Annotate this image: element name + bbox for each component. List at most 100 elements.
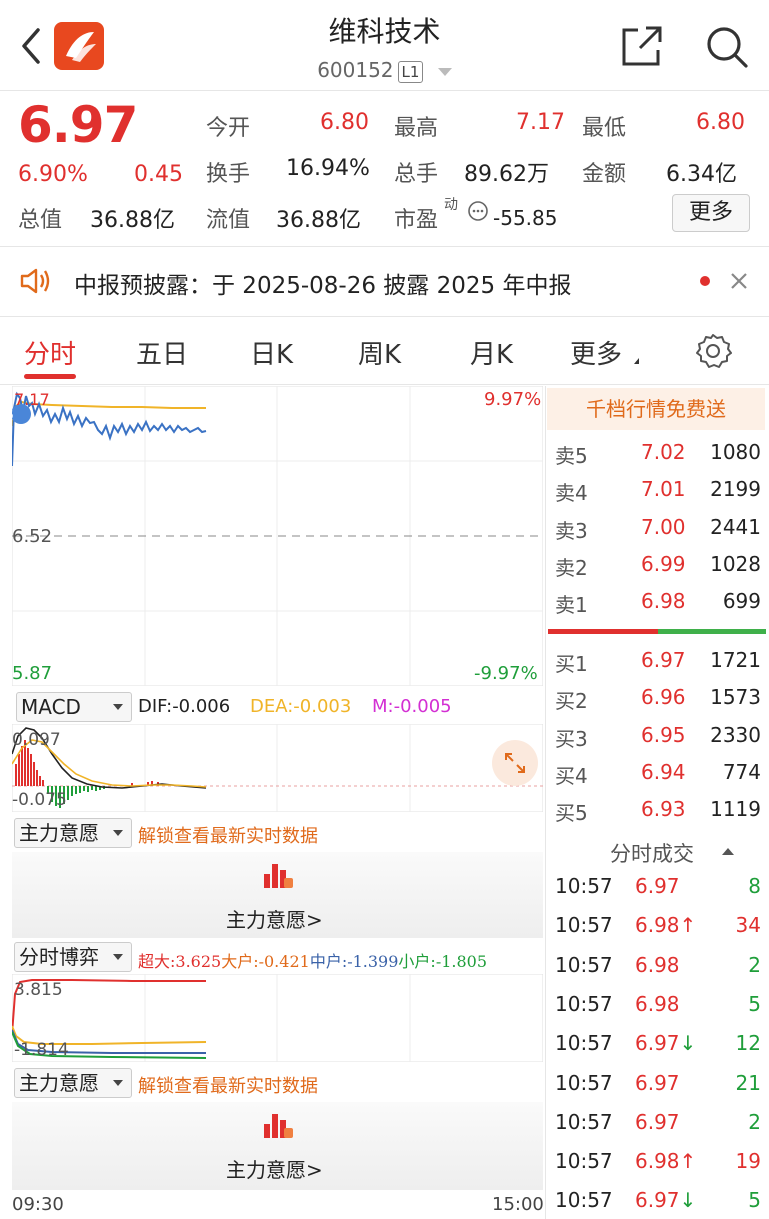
tick-time: 10:57	[555, 991, 613, 1016]
tick-row[interactable]: 10:57 6.98 2	[555, 953, 765, 992]
bid-row[interactable]: 买3 6.95 2330	[555, 723, 765, 760]
tick-row[interactable]: 10:57 6.97↓ 5	[555, 1188, 765, 1219]
large-label: 大户:-0.421	[221, 952, 310, 971]
chart-top-price: 7.17	[14, 390, 50, 409]
main-force-selector-2[interactable]: 主力意愿	[14, 1068, 132, 1098]
ask-label: 卖5	[555, 444, 588, 468]
ask-row[interactable]: 卖3 7.00 2441	[555, 515, 765, 552]
time-axis-end: 15:00	[492, 1194, 544, 1215]
bid-label: 买4	[555, 763, 588, 788]
expand-icon[interactable]	[492, 740, 538, 786]
macd-bottom-value: -0.075	[12, 790, 67, 810]
mid-label: 中户:-1.399	[309, 952, 399, 971]
tick-row[interactable]: 10:57 6.97 21	[555, 1071, 765, 1110]
tick-row[interactable]: 10:57 6.97 2	[555, 1110, 765, 1149]
tick-row[interactable]: 10:57 6.97 8	[555, 874, 765, 913]
tick-row[interactable]: 10:57 6.98↑ 19	[555, 1149, 765, 1188]
macd-top-value: 0.097	[12, 730, 61, 750]
tick-row[interactable]: 10:57 6.97↓ 12	[555, 1031, 765, 1070]
bid-row[interactable]: 买4 6.94 774	[555, 760, 765, 797]
bid-row[interactable]: 买2 6.96 1573	[555, 685, 765, 722]
tab-active-indicator	[24, 374, 76, 379]
tick-row[interactable]: 10:57 6.98↑ 34	[555, 913, 765, 952]
notice-text[interactable]: 中报预披露：于 2025-08-26 披露 2025 年中报	[74, 266, 571, 300]
unlock-data-link[interactable]: 解锁查看最新实时数据	[138, 822, 318, 848]
tab-daily-k[interactable]: 日K	[250, 334, 293, 371]
dropdown-triangle-icon[interactable]	[437, 67, 452, 76]
share-icon[interactable]	[620, 24, 664, 68]
low-label: 最低	[582, 116, 627, 141]
tab-weekly-k[interactable]: 周K	[358, 334, 401, 371]
tick-price: 6.97	[635, 1109, 680, 1134]
mktcap-value: 36.88亿	[90, 208, 175, 233]
ask-price: 7.01	[641, 477, 686, 502]
gear-icon[interactable]	[694, 332, 732, 370]
promo-banner[interactable]: 千档行情免费送	[547, 388, 765, 430]
mktcap-label: 总值	[18, 208, 63, 233]
tick-volume: 2	[748, 952, 761, 977]
close-icon[interactable]	[728, 270, 750, 292]
bid-label: 买2	[555, 689, 588, 714]
tick-volume: 8	[748, 874, 761, 898]
tick-volume: 2	[748, 1109, 761, 1134]
bid-price: 6.96	[641, 685, 686, 710]
ask-volume: 2199	[710, 477, 761, 502]
tick-time: 10:57	[555, 1109, 613, 1134]
ask-label: 卖3	[555, 518, 588, 543]
main-force-selector[interactable]: 主力意愿	[14, 818, 132, 848]
ticks-title[interactable]: 分时成交	[610, 838, 694, 868]
level-badge: L1	[397, 61, 424, 83]
collapse-triangle-icon[interactable]	[722, 848, 734, 855]
open-value: 6.80	[320, 110, 369, 135]
info-icon[interactable]	[467, 200, 489, 222]
bid-row[interactable]: 买5 6.93 1119	[555, 797, 765, 834]
bid-row[interactable]: 买1 6.97 1721	[555, 648, 765, 685]
bar-chart-icon	[262, 860, 294, 890]
high-value: 7.17	[516, 110, 565, 135]
bid-label: 买5	[555, 801, 588, 826]
game-bottom-value: -1.814	[14, 1040, 69, 1060]
unlock-data-link-2[interactable]: 解锁查看最新实时数据	[138, 1072, 318, 1098]
turnover-label: 换手	[206, 162, 251, 187]
bar-chart-icon	[262, 1110, 294, 1140]
tab-five-day[interactable]: 五日	[136, 334, 188, 371]
float-label: 流值	[206, 208, 251, 233]
macd-dif: DIF:-0.006	[138, 696, 231, 717]
chart-top-pct: 9.97%	[484, 389, 542, 410]
chevron-down-icon	[113, 954, 123, 960]
macd-dea: DEA:-0.003	[250, 696, 352, 717]
ask-row[interactable]: 卖2 6.99 1028	[555, 552, 765, 589]
search-icon[interactable]	[704, 24, 750, 70]
game-selector[interactable]: 分时博弈	[14, 942, 132, 972]
notice-dot	[700, 276, 710, 286]
ask-price: 7.02	[641, 440, 686, 464]
game-chart[interactable]	[12, 974, 543, 1062]
ask-row[interactable]: 卖5 7.02 1080	[555, 440, 765, 477]
tick-row[interactable]: 10:57 6.98 5	[555, 992, 765, 1031]
ask-row[interactable]: 卖4 7.01 2199	[555, 477, 765, 514]
bid-price: 6.97	[641, 648, 686, 672]
game-legend: 超大:3.625大户:-0.421中户:-1.399小户:-1.805	[138, 948, 487, 972]
pe-value: -55.85	[493, 206, 558, 230]
amount-label: 金额	[582, 162, 627, 187]
bid-volume: 1119	[710, 797, 761, 822]
macd-selector[interactable]: MACD	[16, 692, 132, 722]
main-force-link[interactable]: 主力意愿>	[226, 904, 323, 933]
ask-label: 卖2	[555, 555, 588, 580]
tab-monthly-k[interactable]: 月K	[470, 334, 513, 371]
volume-value: 89.62万	[464, 162, 549, 187]
tick-volume: 19	[735, 1149, 761, 1174]
high-label: 最高	[394, 116, 439, 141]
ask-row[interactable]: 卖1 6.98 699	[555, 589, 765, 626]
macd-chart[interactable]	[12, 724, 543, 812]
tab-more[interactable]: 更多	[570, 334, 622, 371]
ask-price: 7.00	[641, 514, 686, 539]
chevron-down-icon	[113, 830, 123, 836]
tab-intraday[interactable]: 分时	[24, 334, 76, 371]
change-value: 0.45	[134, 162, 183, 187]
intraday-chart[interactable]	[12, 386, 543, 686]
more-quote-button[interactable]: 更多	[672, 194, 750, 232]
main-force-link-2[interactable]: 主力意愿>	[226, 1154, 323, 1183]
tick-price: 6.97	[635, 874, 680, 898]
tick-volume: 12	[735, 1031, 761, 1056]
